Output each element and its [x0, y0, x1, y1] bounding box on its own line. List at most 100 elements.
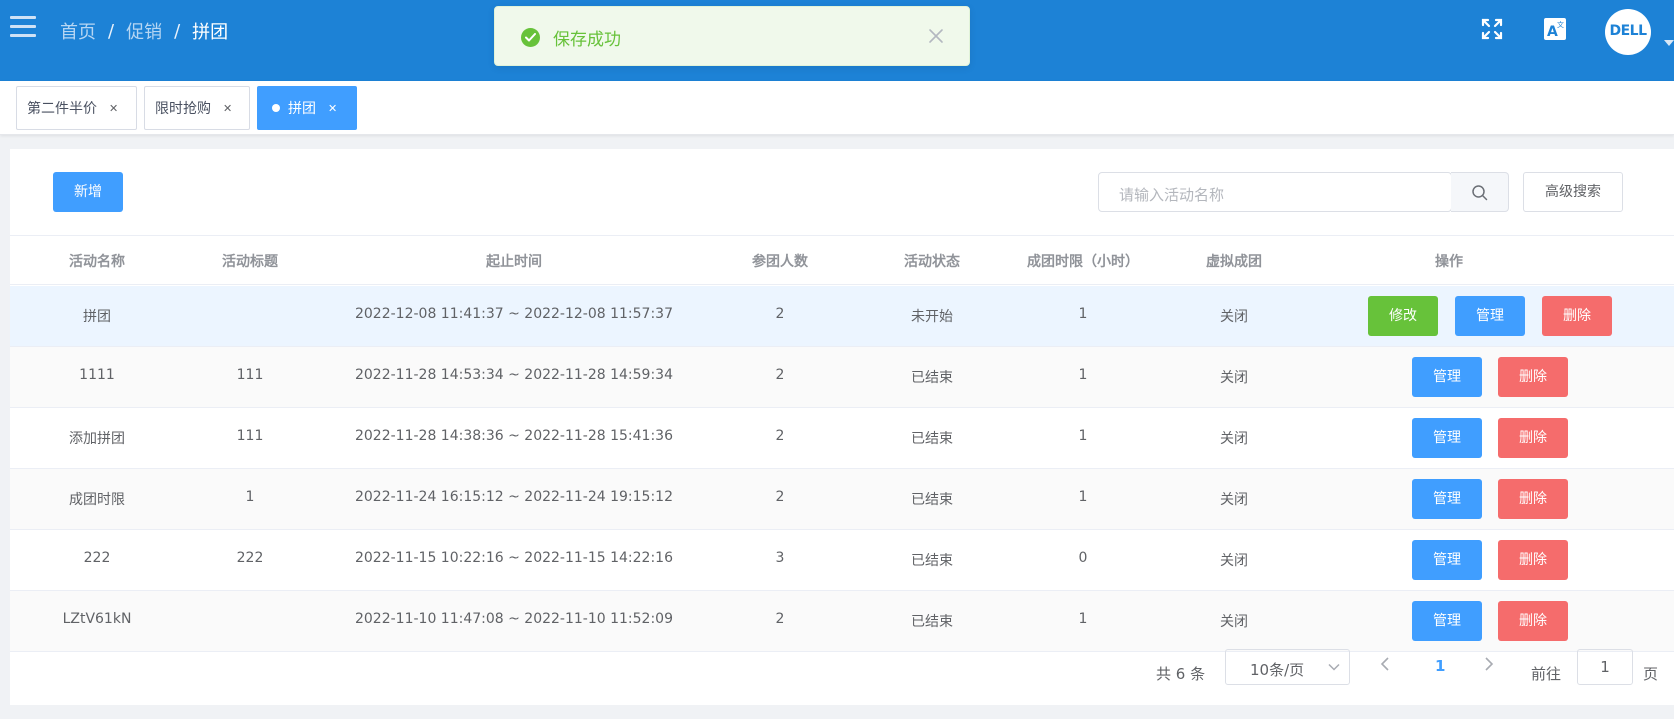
cell-members: 2	[775, 428, 785, 444]
table-row[interactable]: 拼团 2022-12-08 11:41:37 ~ 2022-12-08 11:5…	[10, 286, 1674, 347]
cell-members: 2	[775, 489, 785, 505]
cell-status: 已结束	[911, 553, 953, 569]
chevron-down-icon[interactable]	[1664, 40, 1674, 46]
fullscreen-icon[interactable]	[1480, 17, 1504, 45]
cell-period: 2022-11-10 11:47:08 ~ 2022-11-10 11:52:0…	[354, 611, 673, 627]
avatar-logo-text: DELL	[1609, 23, 1647, 39]
cell-period: 2022-11-15 10:22:16 ~ 2022-11-15 14:22:1…	[354, 550, 673, 566]
cell-virtual: 关闭	[1220, 492, 1248, 508]
cell-period: 2022-11-24 16:15:12 ~ 2022-11-24 19:15:1…	[354, 489, 673, 505]
cell-virtual: 关闭	[1220, 431, 1248, 447]
cell-virtual: 关闭	[1220, 614, 1248, 630]
cell-virtual: 关闭	[1220, 553, 1248, 569]
table-header: 活动名称 活动标题 起止时间 参团人数 活动状态 成团时限（小时） 虚拟成团 操…	[10, 235, 1674, 285]
goto-label: 前往	[1531, 665, 1562, 683]
cell-name: 222	[83, 550, 111, 566]
goto-suffix: 页	[1643, 665, 1659, 683]
cell-status: 已结束	[911, 492, 953, 508]
manage-button[interactable]: 管理	[1455, 296, 1525, 336]
table-row[interactable]: LZtV61kN 2022-11-10 11:47:08 ~ 2022-11-1…	[10, 591, 1674, 652]
page-size-value: 10条/页	[1250, 661, 1305, 679]
cell-period: 2022-11-28 14:53:34 ~ 2022-11-28 14:59:3…	[354, 367, 673, 383]
cell-name: 1111	[79, 367, 115, 383]
delete-button[interactable]: 删除	[1498, 479, 1568, 519]
breadcrumb-promotion[interactable]: 促销	[126, 18, 162, 44]
delete-button[interactable]: 删除	[1498, 601, 1568, 641]
cell-members: 2	[775, 367, 785, 383]
cell-virtual: 关闭	[1220, 370, 1248, 386]
delete-button[interactable]: 删除	[1498, 540, 1568, 580]
manage-button[interactable]: 管理	[1412, 357, 1482, 397]
column-header: 操作	[1435, 254, 1463, 270]
cell-period: 2022-11-28 14:38:36 ~ 2022-11-28 15:41:3…	[354, 428, 673, 444]
goto-page-input[interactable]: 1	[1577, 649, 1633, 685]
tag-group-buy[interactable]: 拼团 ✕	[257, 86, 357, 130]
cell-virtual: 关闭	[1220, 309, 1248, 325]
tag-label: 第二件半价	[27, 101, 97, 117]
toast-message: 保存成功	[553, 30, 621, 50]
cell-name: 拼团	[83, 309, 111, 325]
tag-flash-sale[interactable]: 限时抢购 ✕	[144, 86, 250, 130]
manage-button[interactable]: 管理	[1412, 479, 1482, 519]
table-row[interactable]: 成团时限 1 2022-11-24 16:15:12 ~ 2022-11-24 …	[10, 469, 1674, 530]
tag-close-icon[interactable]: ✕	[223, 102, 232, 115]
add-button[interactable]: 新增	[53, 172, 123, 212]
cell-status: 已结束	[911, 370, 953, 386]
manage-button[interactable]: 管理	[1412, 601, 1482, 641]
edit-button[interactable]: 修改	[1368, 296, 1438, 336]
cell-title: 1	[245, 489, 255, 505]
breadcrumb-current: 拼团	[192, 22, 229, 43]
column-header: 起止时间	[486, 254, 542, 270]
pagination-total: 共 6 条	[1156, 665, 1206, 683]
svg-text:文: 文	[1557, 20, 1564, 29]
column-header: 成团时限（小时）	[1027, 254, 1139, 270]
success-check-icon	[521, 28, 540, 47]
cell-members: 2	[775, 611, 785, 627]
table-row[interactable]: 添加拼团 111 2022-11-28 14:38:36 ~ 2022-11-2…	[10, 408, 1674, 469]
cell-name: 添加拼团	[69, 431, 125, 447]
cell-name: 成团时限	[69, 492, 125, 508]
page-number-current[interactable]: 1	[1435, 657, 1445, 675]
active-dot-icon	[272, 104, 280, 112]
toast-close-icon[interactable]	[925, 25, 947, 47]
page-size-select[interactable]: 10条/页	[1225, 649, 1350, 685]
cell-members: 2	[775, 306, 785, 322]
table-row[interactable]: 222 222 2022-11-15 10:22:16 ~ 2022-11-15…	[10, 530, 1674, 591]
tag-close-icon[interactable]: ✕	[328, 102, 337, 115]
column-header: 参团人数	[752, 254, 808, 270]
chevron-right-icon[interactable]	[1484, 657, 1494, 675]
hamburger-menu-icon[interactable]	[10, 16, 36, 38]
tag-second-half-price[interactable]: 第二件半价 ✕	[16, 86, 137, 130]
delete-button[interactable]: 删除	[1542, 296, 1612, 336]
manage-button[interactable]: 管理	[1412, 418, 1482, 458]
breadcrumb-home[interactable]: 首页	[60, 18, 96, 44]
tag-label: 拼团	[288, 101, 316, 117]
chevron-left-icon[interactable]	[1380, 657, 1390, 675]
breadcrumb: 首页 / 促销 / 拼团	[60, 18, 228, 44]
tag-close-icon[interactable]: ✕	[109, 102, 118, 115]
search-placeholder: 请输入活动名称	[1119, 186, 1225, 204]
delete-button[interactable]: 删除	[1498, 357, 1568, 397]
advanced-search-button[interactable]: 高级搜索	[1523, 172, 1623, 212]
success-toast: 保存成功	[494, 6, 970, 66]
cell-time-limit: 1	[1078, 367, 1088, 383]
manage-button[interactable]: 管理	[1412, 540, 1482, 580]
column-header: 活动标题	[222, 254, 278, 270]
translate-icon[interactable]: A 文	[1543, 17, 1567, 45]
cell-title: 111	[236, 367, 264, 383]
column-header: 虚拟成团	[1206, 254, 1262, 270]
table-row[interactable]: 1111 111 2022-11-28 14:53:34 ~ 2022-11-2…	[10, 347, 1674, 408]
tags-bar: 第二件半价 ✕ 限时抢购 ✕ 拼团 ✕	[0, 81, 1674, 135]
delete-button[interactable]: 删除	[1498, 418, 1568, 458]
cell-status: 已结束	[911, 614, 953, 630]
search-input[interactable]: 请输入活动名称	[1098, 172, 1452, 212]
cell-time-limit: 1	[1078, 306, 1088, 322]
cell-title: 111	[236, 428, 264, 444]
avatar[interactable]: DELL	[1605, 9, 1651, 55]
breadcrumb-separator: /	[174, 20, 181, 42]
cell-status: 未开始	[911, 309, 953, 325]
cell-status: 已结束	[911, 431, 953, 447]
search-button[interactable]	[1451, 172, 1509, 212]
breadcrumb-separator: /	[108, 20, 115, 42]
cell-time-limit: 0	[1078, 550, 1088, 566]
